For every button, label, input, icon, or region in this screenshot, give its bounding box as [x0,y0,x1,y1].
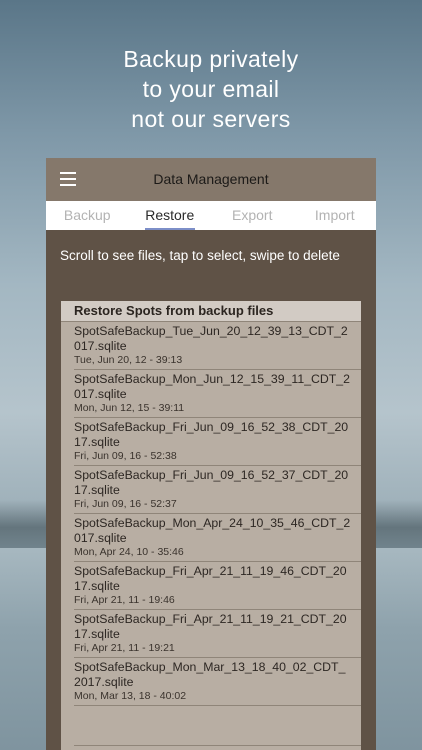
list-item[interactable]: SpotSafeBackup_Tue_Jun_20_12_39_13_CDT_2… [74,322,361,370]
file-name: SpotSafeBackup_Fri_Apr_21_11_19_21_CDT_2… [74,612,347,641]
file-date: Fri, Apr 21, 11 - 19:46 [74,594,175,606]
nav-title: Data Management [153,171,269,187]
restore-file-panel[interactable]: Restore Spots from backup files SpotSafe… [61,301,361,750]
panel-header: Restore Spots from backup files [61,301,361,322]
file-name: SpotSafeBackup_Tue_Jun_20_12_39_13_CDT_2… [74,324,348,353]
list-item[interactable]: SpotSafeBackup_Fri_Apr_21_11_19_21_CDT_2… [74,610,361,658]
empty-list-row [74,706,361,746]
list-item[interactable]: SpotSafeBackup_Fri_Jun_09_16_52_37_CDT_2… [74,466,361,514]
file-date: Fri, Jun 09, 16 - 52:37 [74,498,177,510]
list-item[interactable]: SpotSafeBackup_Mon_Apr_24_10_35_46_CDT_2… [74,514,361,562]
instruction-text: Scroll to see files, tap to select, swip… [60,248,340,263]
tagline-line-1: Backup privately [123,46,299,72]
file-name: SpotSafeBackup_Fri_Jun_09_16_52_37_CDT_2… [74,468,349,497]
file-date: Mon, Mar 13, 18 - 40:02 [74,690,187,702]
backup-file-list[interactable]: SpotSafeBackup_Tue_Jun_20_12_39_13_CDT_2… [61,322,361,746]
file-name: SpotSafeBackup_Mon_Mar_13_18_40_02_CDT_2… [74,660,346,689]
file-name: SpotSafeBackup_Mon_Jun_12_15_39_11_CDT_2… [74,372,350,401]
file-date: Fri, Jun 09, 16 - 52:38 [74,450,177,462]
tab-export[interactable]: Export [211,201,294,230]
file-date: Fri, Apr 21, 11 - 19:21 [74,642,175,654]
tagline-line-3: not our servers [131,106,291,132]
navigation-bar: Data Management [46,158,376,202]
file-date: Mon, Apr 24, 10 - 35:46 [74,546,184,558]
file-name: SpotSafeBackup_Mon_Apr_24_10_35_46_CDT_2… [74,516,351,545]
file-date: Mon, Jun 12, 15 - 39:11 [74,402,185,414]
tab-backup[interactable]: Backup [46,201,129,230]
tab-restore[interactable]: Restore [129,201,212,230]
list-item[interactable]: SpotSafeBackup_Fri_Apr_21_11_19_46_CDT_2… [74,562,361,610]
tagline-line-2: to your email [142,76,280,102]
file-name: SpotSafeBackup_Fri_Jun_09_16_52_38_CDT_2… [74,420,349,449]
app-screen: Data Management Backup Restore Export Im… [46,158,376,750]
list-item[interactable]: SpotSafeBackup_Fri_Jun_09_16_52_38_CDT_2… [74,418,361,466]
file-date: Tue, Jun 20, 12 - 39:13 [74,354,183,366]
tab-import[interactable]: Import [294,201,377,230]
list-item[interactable]: SpotSafeBackup_Mon_Jun_12_15_39_11_CDT_2… [74,370,361,418]
marketing-tagline: Backup privately to your email not our s… [0,44,422,134]
file-name: SpotSafeBackup_Fri_Apr_21_11_19_46_CDT_2… [74,564,347,593]
segmented-tabs: Backup Restore Export Import [46,201,376,230]
list-item[interactable]: SpotSafeBackup_Mon_Mar_13_18_40_02_CDT_2… [74,658,361,706]
